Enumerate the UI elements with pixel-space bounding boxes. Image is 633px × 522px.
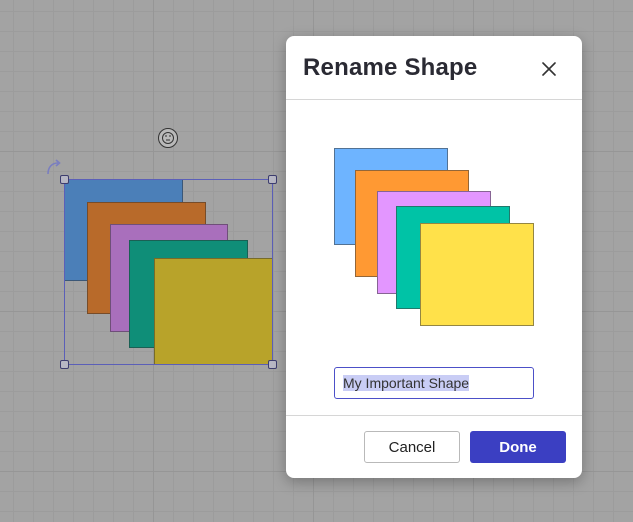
dialog-footer: Cancel Done bbox=[286, 415, 582, 478]
shape-preview bbox=[286, 100, 582, 400]
cancel-button[interactable]: Cancel bbox=[364, 431, 460, 463]
rotate-icon[interactable] bbox=[44, 158, 64, 178]
preview-shape-yellow bbox=[420, 223, 534, 326]
resize-handle-bottom-right[interactable] bbox=[268, 360, 277, 369]
shape-name-input[interactable] bbox=[334, 367, 534, 399]
close-button[interactable] bbox=[537, 57, 561, 81]
collaborator-avatar-icon bbox=[158, 128, 178, 148]
selection-box bbox=[64, 179, 273, 365]
resize-handle-bottom-left[interactable] bbox=[60, 360, 69, 369]
dialog-header: Rename Shape bbox=[286, 36, 582, 100]
rename-shape-dialog: Rename Shape Cancel Done bbox=[286, 36, 582, 478]
done-button[interactable]: Done bbox=[470, 431, 566, 463]
resize-handle-top-right[interactable] bbox=[268, 175, 277, 184]
close-icon bbox=[542, 62, 556, 76]
dialog-title: Rename Shape bbox=[303, 54, 478, 81]
